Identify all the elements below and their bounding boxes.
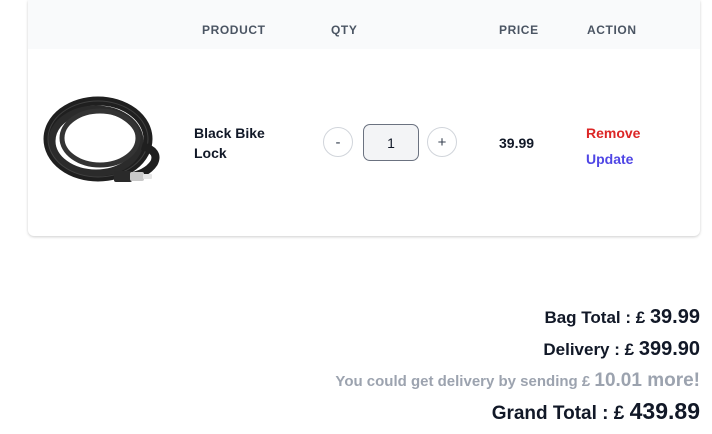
update-item-link[interactable]: Update bbox=[586, 151, 633, 167]
delivery-total: Delivery : £ 399.90 bbox=[543, 338, 700, 361]
cart-table-header: PRODUCT QTY PRICE ACTION bbox=[28, 0, 700, 49]
delivery-value: 399.90 bbox=[638, 338, 700, 360]
free-delivery-hint-value: 10.01 more! bbox=[594, 370, 700, 391]
free-delivery-hint: You could get delivery by sending £ 10.0… bbox=[335, 370, 700, 392]
increment-quantity-button[interactable]: + bbox=[427, 127, 457, 157]
bike-lock-cable-image bbox=[42, 91, 164, 191]
grand-total-label: Grand Total : £ bbox=[491, 403, 625, 424]
table-row: Black Bike Lock - + 39.99 Remove Update bbox=[28, 49, 700, 236]
bag-total-value: 39.99 bbox=[649, 306, 700, 328]
delivery-label: Delivery : £ bbox=[543, 340, 635, 359]
cart-table: PRODUCT QTY PRICE ACTION Black Bike Lock bbox=[28, 0, 700, 236]
bag-total: Bag Total : £ 39.99 bbox=[544, 306, 700, 329]
column-header-price: PRICE bbox=[499, 23, 539, 37]
product-name[interactable]: Black Bike Lock bbox=[194, 123, 284, 163]
item-price: 39.99 bbox=[499, 135, 535, 151]
column-header-qty: QTY bbox=[331, 23, 358, 37]
remove-item-link[interactable]: Remove bbox=[586, 125, 640, 141]
quantity-input[interactable] bbox=[363, 124, 419, 161]
column-header-product: PRODUCT bbox=[202, 23, 266, 37]
column-header-action: ACTION bbox=[587, 23, 637, 37]
grand-total-value: 439.89 bbox=[629, 398, 700, 424]
cart-page: PRODUCT QTY PRICE ACTION Black Bike Lock bbox=[0, 0, 712, 434]
grand-total: Grand Total : £ 439.89 bbox=[492, 398, 700, 425]
free-delivery-hint-label: You could get delivery by sending £ bbox=[335, 373, 591, 390]
decrement-quantity-button[interactable]: - bbox=[323, 127, 353, 157]
bag-total-label: Bag Total : £ bbox=[544, 308, 646, 327]
